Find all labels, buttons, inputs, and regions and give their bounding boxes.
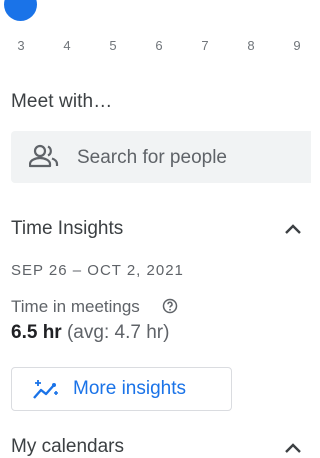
today-date-circle[interactable] bbox=[4, 0, 37, 21]
people-icon bbox=[29, 144, 59, 168]
mini-calendar-day[interactable]: 3 bbox=[11, 38, 31, 53]
mini-calendar-day[interactable]: 6 bbox=[149, 38, 169, 53]
search-people-input[interactable]: Search for people bbox=[11, 131, 311, 183]
mini-calendar-day[interactable]: 5 bbox=[103, 38, 123, 53]
more-insights-button[interactable]: More insights bbox=[11, 367, 232, 411]
mini-calendar-day[interactable]: 9 bbox=[287, 38, 307, 53]
more-insights-label: More insights bbox=[73, 378, 186, 399]
time-insights-heading: Time Insights bbox=[11, 218, 124, 239]
help-icon[interactable] bbox=[162, 298, 178, 314]
mini-calendar-day[interactable]: 7 bbox=[195, 38, 215, 53]
insights-date-range: SEP 26 – OCT 2, 2021 bbox=[11, 262, 184, 279]
mini-calendar-day[interactable]: 4 bbox=[57, 38, 77, 53]
meeting-hours: 6.5 hr bbox=[11, 322, 62, 343]
meeting-average: (avg: 4.7 hr) bbox=[66, 322, 170, 343]
time-in-meetings-value: 6.5 hr (avg: 4.7 hr) bbox=[11, 322, 169, 344]
chevron-up-icon[interactable] bbox=[283, 441, 303, 455]
mini-calendar-day[interactable]: 8 bbox=[241, 38, 261, 53]
mini-calendar-week-row: 3 4 5 6 7 8 9 bbox=[0, 38, 303, 58]
search-people-placeholder: Search for people bbox=[77, 147, 227, 168]
insights-sparkle-icon bbox=[33, 380, 58, 399]
chevron-up-icon[interactable] bbox=[283, 222, 303, 236]
time-in-meetings-label: Time in meetings bbox=[11, 297, 140, 316]
meet-with-heading: Meet with… bbox=[11, 91, 113, 112]
my-calendars-heading: My calendars bbox=[11, 436, 124, 457]
